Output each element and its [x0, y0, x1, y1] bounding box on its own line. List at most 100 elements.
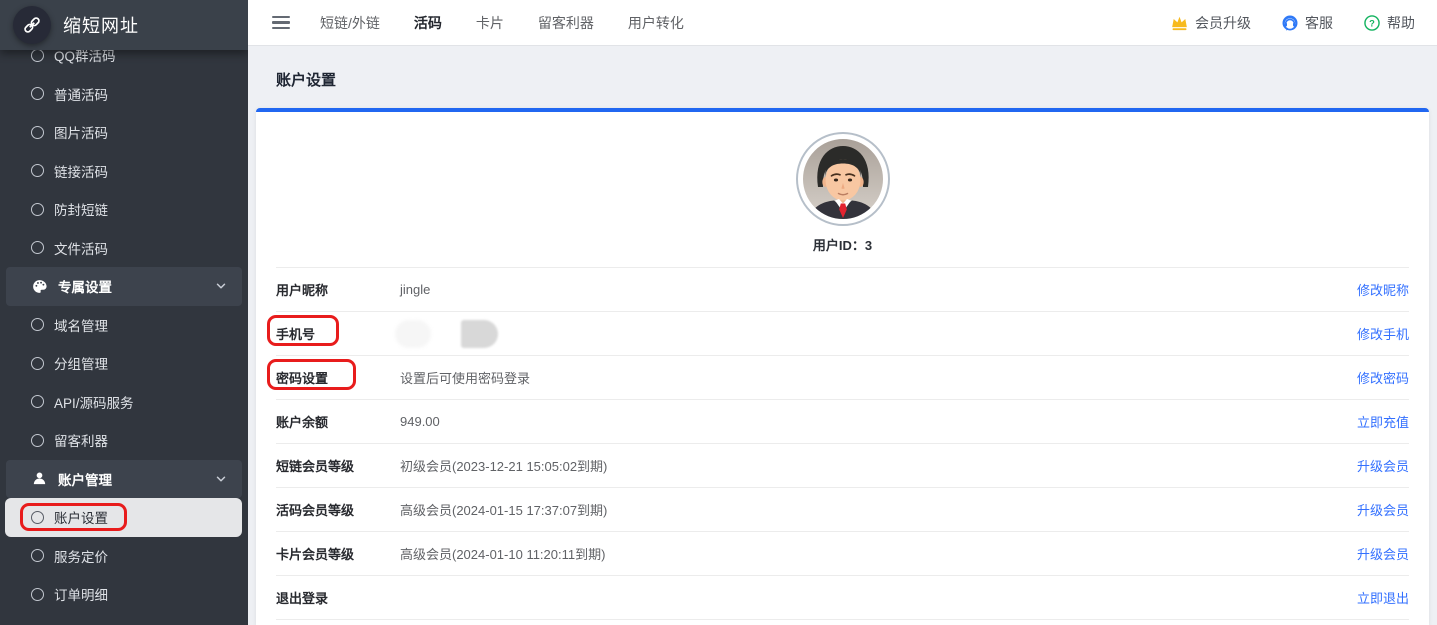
- sidebar-item-label: 域名管理: [54, 315, 108, 335]
- help-button[interactable]: ? 帮助: [1363, 13, 1415, 33]
- sidebar: QQ群活码 普通活码 图片活码 链接活码 防封短链 文件活码: [0, 0, 248, 625]
- sidebar-item-group-management[interactable]: 分组管理: [0, 344, 248, 383]
- upgrade-membership-link[interactable]: 升级会员: [1357, 544, 1409, 563]
- sidebar-item-api-source-service[interactable]: API/源码服务: [0, 383, 248, 422]
- profile-section: 用户ID：3: [256, 112, 1429, 254]
- circle-icon: [31, 49, 44, 62]
- circle-icon: [31, 164, 44, 177]
- row-value: 949.00: [400, 414, 1357, 429]
- row-label: 用户昵称: [276, 280, 400, 299]
- sidebar-group-account-management[interactable]: 账户管理: [6, 460, 242, 499]
- sidebar-menu: QQ群活码 普通活码 图片活码 链接活码 防封短链 文件活码: [0, 36, 248, 614]
- customer-service-label: 客服: [1305, 13, 1333, 33]
- logout-link[interactable]: 立即退出: [1357, 588, 1409, 607]
- sidebar-item-label: 链接活码: [54, 161, 108, 181]
- row-value: 设置后可使用密码登录: [400, 368, 1357, 387]
- circle-icon: [31, 318, 44, 331]
- sidebar-item-antiblock-shortlink[interactable]: 防封短链: [0, 190, 248, 229]
- circle-icon: [31, 87, 44, 100]
- row-label: 手机号: [276, 324, 400, 343]
- sidebar-item-service-pricing[interactable]: 服务定价: [0, 537, 248, 576]
- row-label: 密码设置: [276, 368, 400, 387]
- tab-user-conversion[interactable]: 用户转化: [628, 13, 684, 33]
- chevron-down-icon: [214, 279, 228, 293]
- customer-service-button[interactable]: 客服: [1281, 13, 1333, 33]
- tab-shortlink[interactable]: 短链/外链: [320, 13, 380, 33]
- main-area: 短链/外链 活码 卡片 留客利器 用户转化 会员升级: [248, 0, 1437, 625]
- row-label: 账户余额: [276, 412, 400, 431]
- user-icon: [31, 470, 48, 487]
- sidebar-item-domain-management[interactable]: 域名管理: [0, 306, 248, 345]
- sidebar-item-image-livecode[interactable]: 图片活码: [0, 113, 248, 152]
- circle-icon: [31, 126, 44, 139]
- redacted-phone-blob: [395, 320, 431, 348]
- tab-retain-customers[interactable]: 留客利器: [538, 13, 594, 33]
- row-logout: 退出登录 立即退出: [276, 576, 1409, 620]
- sidebar-item-file-livecode[interactable]: 文件活码: [0, 229, 248, 268]
- recharge-link[interactable]: 立即充值: [1357, 412, 1409, 431]
- page-header: 账户设置: [248, 45, 1437, 90]
- sidebar-item-retain-customers[interactable]: 留客利器: [0, 421, 248, 460]
- row-shortlink-membership: 短链会员等级 初级会员(2023-12-21 15:05:02到期) 升级会员: [276, 444, 1409, 488]
- crown-icon: [1170, 14, 1189, 31]
- upgrade-membership-link[interactable]: 升级会员: [1357, 456, 1409, 475]
- user-id: 用户ID：3: [256, 235, 1429, 254]
- row-label: 退出登录: [276, 588, 400, 607]
- member-upgrade-label: 会员升级: [1195, 13, 1251, 33]
- row-label-text: 手机号: [276, 327, 315, 342]
- row-value: 高级会员(2024-01-10 11:20:11到期): [400, 544, 1357, 563]
- edit-password-link[interactable]: 修改密码: [1357, 368, 1409, 387]
- circle-icon: [31, 203, 44, 216]
- brand-title: 缩短网址: [63, 12, 139, 38]
- row-label: 活码会员等级: [276, 500, 400, 519]
- sidebar-group-exclusive-settings[interactable]: 专属设置: [6, 267, 242, 306]
- sidebar-item-normal-livecode[interactable]: 普通活码: [0, 75, 248, 114]
- palette-icon: [31, 278, 48, 295]
- sidebar-item-account-settings[interactable]: 账户设置: [5, 498, 242, 537]
- sidebar-item-label: 账户设置: [54, 507, 108, 527]
- headset-icon: [1281, 14, 1299, 32]
- edit-phone-link[interactable]: 修改手机: [1357, 324, 1409, 343]
- row-label: 卡片会员等级: [276, 544, 400, 563]
- sidebar-item-label: 订单明细: [54, 584, 108, 604]
- row-value: 初级会员(2023-12-21 15:05:02到期): [400, 456, 1357, 475]
- user-id-value: 3: [865, 238, 872, 253]
- row-value: jingle: [400, 282, 1357, 297]
- circle-icon: [31, 434, 44, 447]
- circle-icon: [31, 588, 44, 601]
- sidebar-item-label: 防封短链: [54, 199, 108, 219]
- member-upgrade-button[interactable]: 会员升级: [1170, 13, 1251, 33]
- help-icon: ?: [1363, 14, 1381, 32]
- row-value: 高级会员(2024-01-15 17:37:07到期): [400, 500, 1357, 519]
- sidebar-item-label: 文件活码: [54, 238, 108, 258]
- sidebar-item-label: 普通活码: [54, 84, 108, 104]
- sidebar-item-label: 服务定价: [54, 546, 108, 566]
- upgrade-membership-link[interactable]: 升级会员: [1357, 500, 1409, 519]
- circle-icon: [31, 241, 44, 254]
- tab-card[interactable]: 卡片: [476, 13, 504, 33]
- chevron-down-icon: [214, 472, 228, 486]
- sidebar-item-link-livecode[interactable]: 链接活码: [0, 152, 248, 191]
- sidebar-brand: 缩短网址: [0, 0, 248, 50]
- row-card-membership: 卡片会员等级 高级会员(2024-01-10 11:20:11到期) 升级会员: [276, 532, 1409, 576]
- app-logo[interactable]: [13, 6, 51, 44]
- top-actions: 会员升级 客服 ?: [1170, 13, 1415, 33]
- tab-livecode[interactable]: 活码: [414, 13, 442, 33]
- row-label-text: 密码设置: [276, 371, 328, 386]
- circle-icon: [31, 511, 44, 524]
- hamburger-icon[interactable]: [272, 16, 290, 29]
- circle-icon: [31, 357, 44, 370]
- circle-icon: [31, 549, 44, 562]
- link-icon: [21, 14, 43, 36]
- account-settings-card: 用户ID：3 用户昵称 jingle 修改昵称 手机号: [256, 108, 1429, 625]
- top-navigation: 短链/外链 活码 卡片 留客利器 用户转化 会员升级: [248, 0, 1437, 45]
- sidebar-item-order-details[interactable]: 订单明细: [0, 575, 248, 614]
- page-title: 账户设置: [276, 69, 1409, 90]
- user-id-label: 用户ID：: [813, 238, 865, 253]
- avatar: [796, 132, 890, 226]
- sidebar-group-label: 账户管理: [58, 469, 112, 489]
- sidebar-item-label: 分组管理: [54, 353, 108, 373]
- sidebar-item-label: API/源码服务: [54, 392, 134, 412]
- row-phone: 手机号 修改手机: [276, 312, 1409, 356]
- edit-nickname-link[interactable]: 修改昵称: [1357, 280, 1409, 299]
